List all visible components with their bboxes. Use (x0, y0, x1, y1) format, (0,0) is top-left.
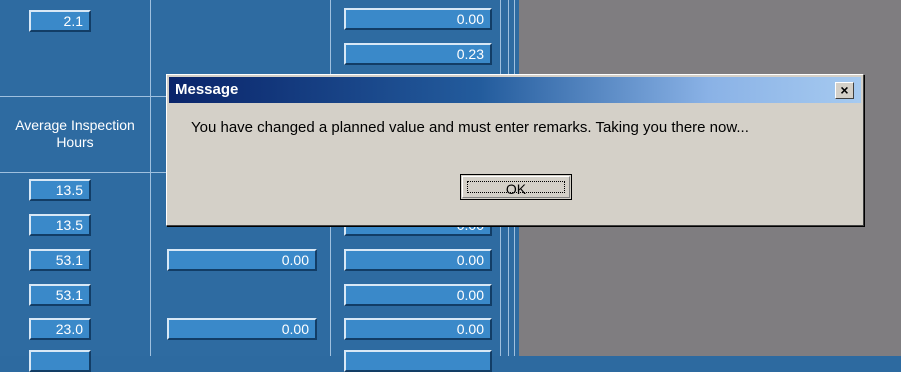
grid-divider (150, 0, 151, 356)
inspection-hours-cell[interactable]: 23.0 (29, 318, 91, 340)
value-cell[interactable]: 0.00 (344, 284, 492, 306)
value-cell[interactable]: 0.00 (344, 318, 492, 340)
column-header: Average Inspection Hours (0, 96, 150, 172)
inspection-hours-cell[interactable]: 2.1 (29, 10, 91, 32)
value-cell[interactable]: 0.00 (344, 8, 492, 30)
column-header-label: Average Inspection Hours (15, 117, 135, 150)
inspection-hours-cell[interactable]: 13.5 (29, 214, 91, 236)
ok-button-bevel: OK (462, 176, 570, 198)
value-cell[interactable] (344, 350, 492, 372)
planned-value-cell[interactable]: 0.00 (167, 318, 317, 340)
ok-button-label: OK (467, 181, 565, 196)
value-cell[interactable]: 0.00 (344, 249, 492, 271)
inspection-hours-cell[interactable] (29, 350, 91, 372)
ok-button[interactable]: OK (460, 174, 572, 200)
inspection-hours-cell[interactable]: 53.1 (29, 249, 91, 271)
inspection-hours-cell[interactable]: 13.5 (29, 179, 91, 201)
dialog-title: Message (175, 81, 239, 98)
message-dialog: Message × You have changed a planned val… (166, 74, 864, 226)
planned-value-cell[interactable]: 0.00 (167, 249, 317, 271)
dialog-titlebar[interactable]: Message × (169, 77, 861, 103)
value-cell[interactable]: 0.23 (344, 43, 492, 65)
close-icon[interactable]: × (835, 82, 854, 99)
inspection-hours-cell[interactable]: 53.1 (29, 284, 91, 306)
dialog-message: You have changed a planned value and mus… (191, 119, 749, 136)
